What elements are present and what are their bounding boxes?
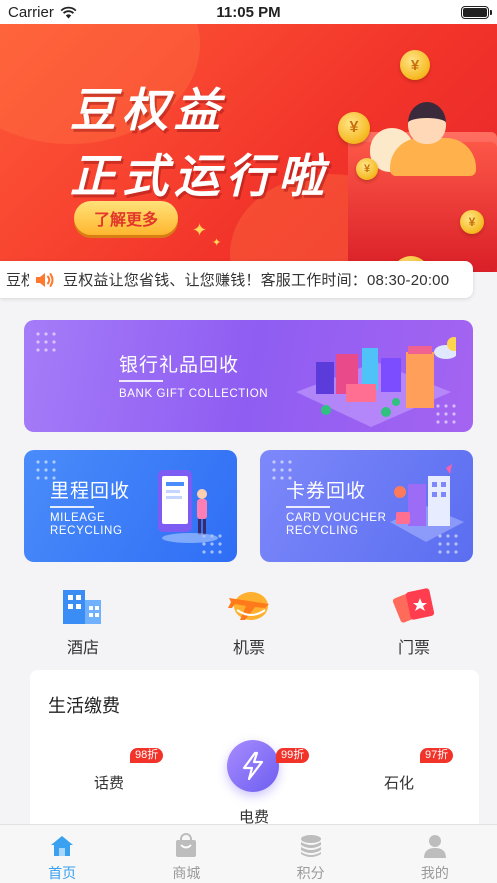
quick-link-flight[interactable]: 机票 <box>189 580 309 658</box>
discount-badge: 97折 <box>420 748 454 763</box>
banner-title-line1: 豆权益 <box>70 83 226 137</box>
learn-more-button[interactable]: 了解更多 <box>74 201 178 235</box>
quick-link-label: 门票 <box>397 640 430 657</box>
carrier-label: Carrier <box>8 3 54 21</box>
bottom-tab-bar: 首页 商城 积分 我的 <box>0 824 497 883</box>
clock: 11:05 PM <box>216 3 281 21</box>
quick-link-label: 酒店 <box>66 640 99 657</box>
tab-label: 我的 <box>420 865 449 881</box>
discount-badge: 99折 <box>276 748 310 763</box>
title-underline <box>50 506 94 508</box>
discount-badge: 98折 <box>130 748 164 763</box>
coin-icon: ¥ <box>460 210 484 234</box>
phone-illustration <box>158 470 218 543</box>
tab-label: 商城 <box>172 865 201 881</box>
admission-ticket-icon <box>392 588 435 623</box>
quick-link-hotel[interactable]: 酒店 <box>23 580 143 658</box>
notice-scroll-prefix: 豆权 <box>6 272 29 289</box>
card-title: 卡券回收 <box>286 481 367 502</box>
profile-icon <box>423 835 446 858</box>
card-subtitle: BANK GIFT COLLECTION <box>119 388 269 400</box>
wifi-icon <box>60 6 77 18</box>
card-subtitle: CARD VOUCHER <box>286 512 387 524</box>
tab-profile[interactable]: 我的 <box>373 825 497 883</box>
home-icon <box>51 836 74 856</box>
card-voucher-recycling-card[interactable]: 卡券回收 CARD VOUCHER RECYCLING <box>260 450 473 562</box>
card-subtitle: RECYCLING <box>50 525 123 537</box>
speaker-icon <box>36 272 54 287</box>
coin-stack-icon <box>300 835 321 857</box>
shopping-bag-icon <box>176 833 197 857</box>
bank-gift-collection-card[interactable]: 银行礼品回收 BANK GIFT COLLECTION <box>24 320 473 432</box>
tab-points[interactable]: 积分 <box>249 825 373 883</box>
section-title: 生活缴费 <box>48 696 120 716</box>
quick-link-admission[interactable]: 门票 <box>354 580 474 658</box>
notice-text: 豆权益让您省钱、让您赚钱！客服工作时间：08:30-20:00 <box>63 272 450 289</box>
util-item-label: 话费 <box>94 775 125 792</box>
title-underline <box>119 380 163 382</box>
sparkle-icon: ✦ <box>212 237 222 249</box>
title-underline <box>286 506 330 508</box>
airplane-ticket-icon <box>228 592 269 620</box>
mileage-recycling-card[interactable]: 里程回收 MILEAGE RECYCLING <box>24 450 237 562</box>
coin-icon: ¥ <box>338 112 370 144</box>
tab-label: 积分 <box>296 865 325 881</box>
card-title: 银行礼品回收 <box>119 355 240 376</box>
util-item-phone-bill[interactable]: 话费 <box>94 772 124 793</box>
card-subtitle: MILEAGE <box>50 512 106 524</box>
sparkle-icon: ✦ <box>192 220 208 240</box>
tab-mall[interactable]: 商城 <box>124 825 248 883</box>
status-bar: Carrier 11:05 PM <box>0 0 497 24</box>
banner-title-line2: 正式运行啦 <box>70 149 330 203</box>
shopping-city-illustration <box>390 464 464 542</box>
coin-icon: ¥ <box>400 50 430 80</box>
tab-home[interactable]: 首页 <box>0 825 124 883</box>
util-item-petrochina[interactable]: 石化 <box>384 772 414 793</box>
battery-icon <box>461 5 492 19</box>
util-item-label: 石化 <box>384 775 415 792</box>
person-illustration <box>390 138 476 176</box>
hotel-building-icon <box>63 590 101 624</box>
card-subtitle: RECYCLING <box>286 525 359 537</box>
city-illustration <box>296 337 456 427</box>
promo-banner[interactable]: 豆权益 正式运行啦 了解更多 ✦ ✦ ¥ ¥ ¥ ¥ ¥ <box>0 24 497 272</box>
utility-payment-panel: 生活缴费 话费 98折 99折 电费 石化 97折 <box>30 670 479 840</box>
notice-bar[interactable]: 豆权 豆权益让您省钱、让您赚钱！客服工作时间：08:30-20:00 <box>0 261 473 298</box>
person-head <box>408 102 446 144</box>
card-title: 里程回收 <box>50 481 131 502</box>
lightning-icon[interactable] <box>227 740 279 792</box>
tab-label: 首页 <box>48 865 77 881</box>
coin-icon: ¥ <box>356 158 378 180</box>
decor-dots <box>34 330 58 354</box>
quick-link-label: 机票 <box>232 640 265 657</box>
